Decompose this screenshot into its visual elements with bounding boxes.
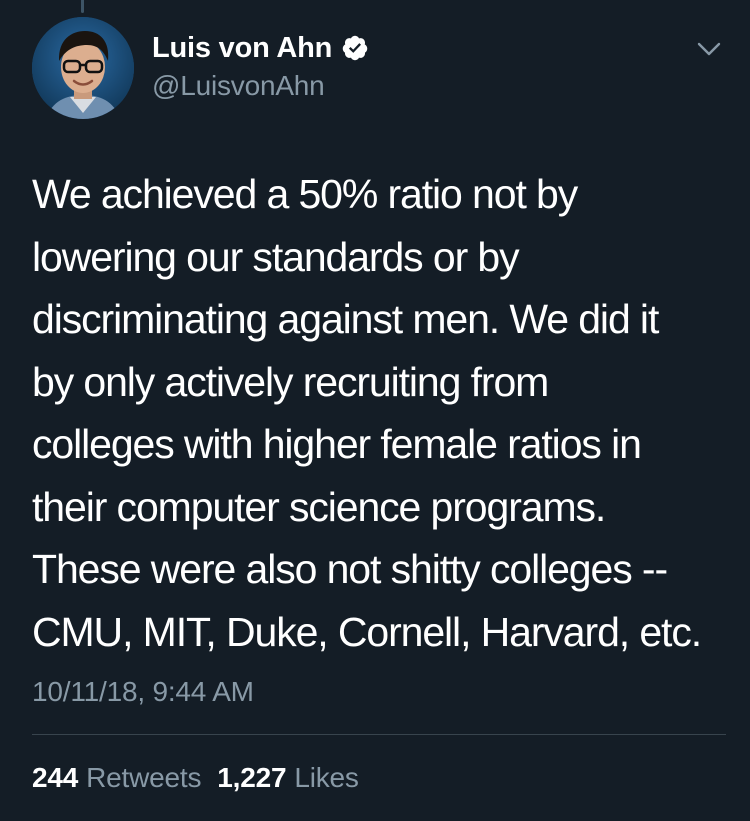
retweets-label: Retweets [86,762,202,793]
divider [32,734,726,735]
likes-stat[interactable]: 1,227 Likes [217,762,359,794]
likes-label: Likes [294,762,359,793]
retweets-stat[interactable]: 244 Retweets [32,762,201,794]
chevron-down-icon[interactable] [694,38,724,60]
author-handle[interactable]: @LuisvonAhn [152,70,369,102]
verified-badge-icon [341,34,369,62]
tweet-text: We achieved a 50% ratio not by lowering … [32,171,702,655]
likes-count: 1,227 [217,762,287,793]
thread-connector-line [81,0,84,13]
avatar[interactable] [32,17,134,119]
tweet-timestamp[interactable]: 10/11/18, 9:44 AM [32,676,254,708]
tweet-header: Luis von Ahn @LuisvonAhn [152,30,369,102]
retweets-count: 244 [32,762,79,793]
author-display-name[interactable]: Luis von Ahn [152,32,332,65]
name-row: Luis von Ahn [152,30,369,66]
avatar-photo-icon [32,17,134,119]
tweet-stats: 244 Retweets 1,227 Likes [32,762,359,794]
